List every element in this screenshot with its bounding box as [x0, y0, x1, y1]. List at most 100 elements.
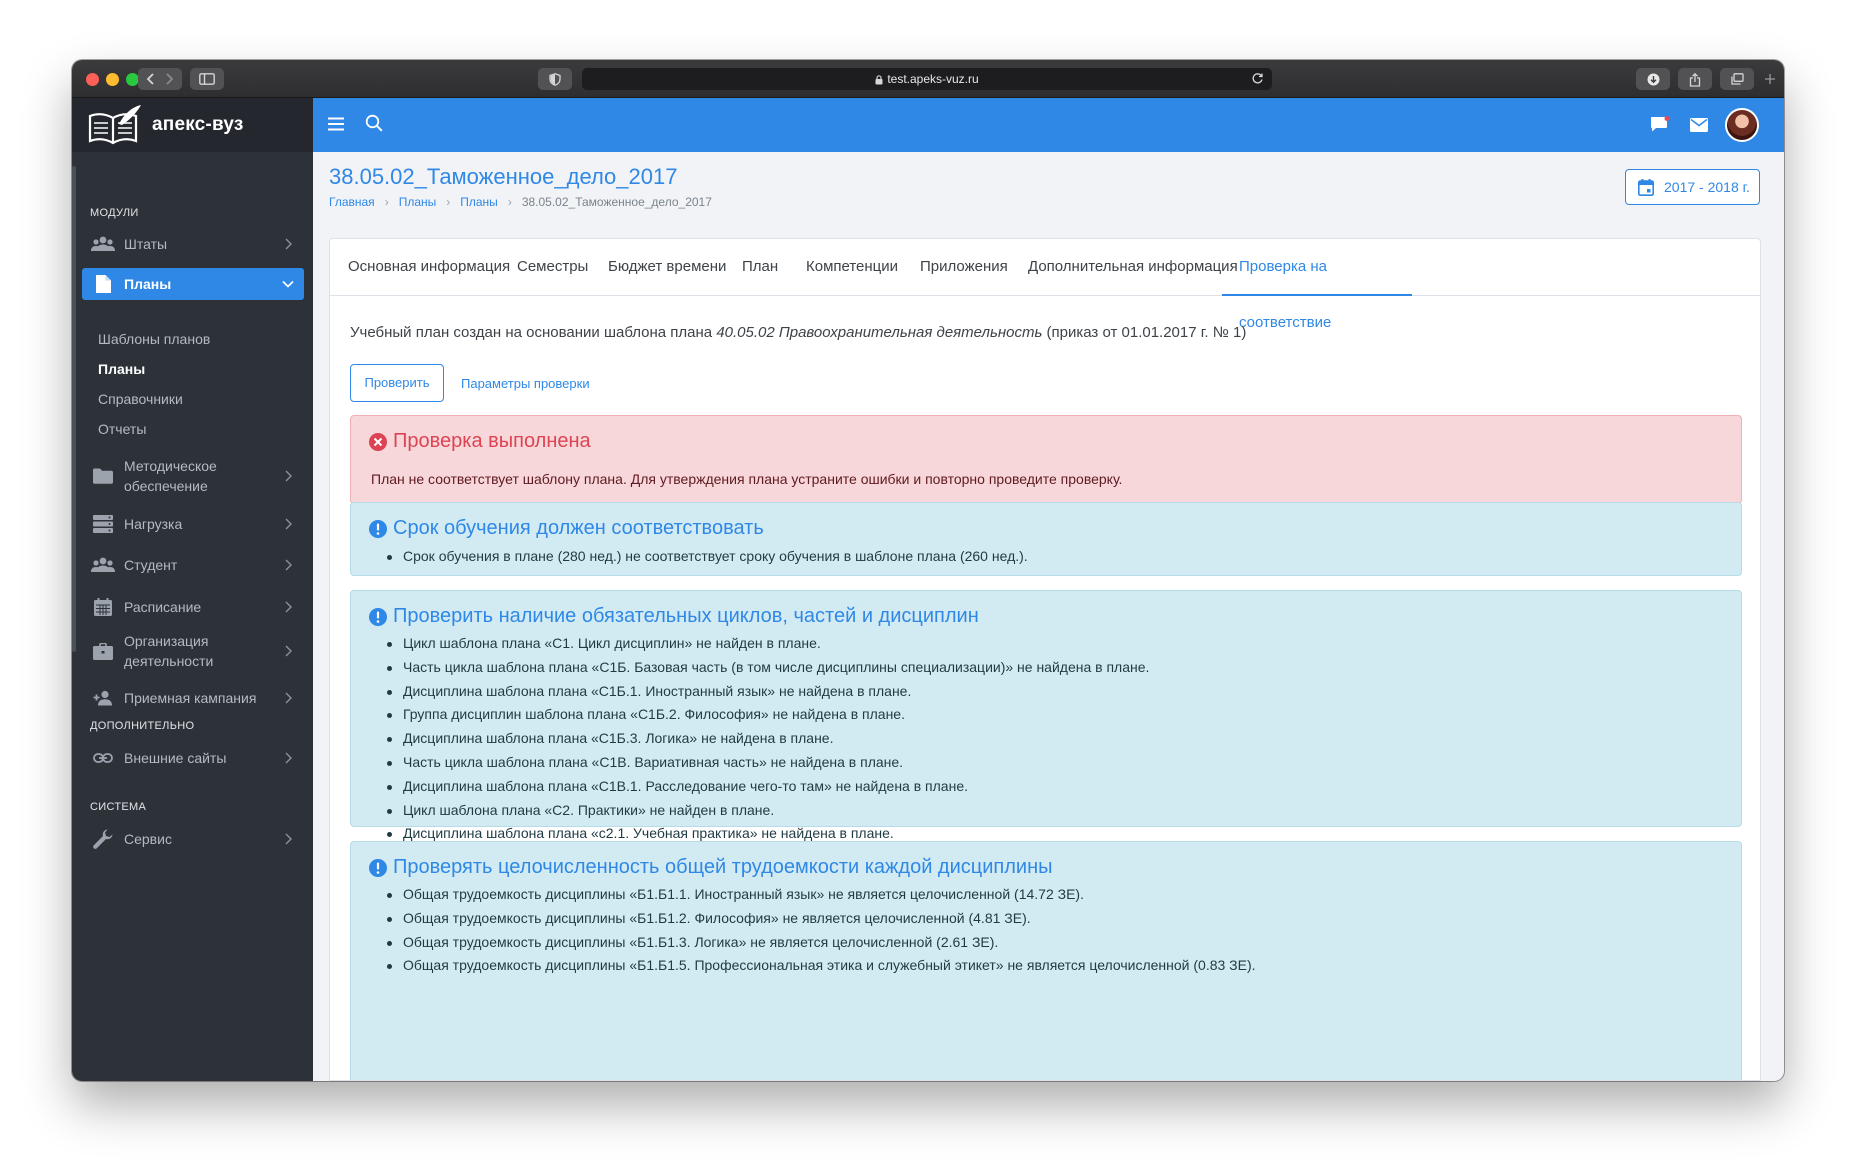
chevron-right-icon: [285, 518, 292, 530]
breadcrumb: Главная › Планы › Планы › 38.05.02_Тамож…: [329, 195, 712, 209]
sidebar-item-admission[interactable]: Приемная кампания: [82, 683, 304, 713]
chevron-down-icon: [282, 280, 294, 288]
section-label-modules: МОДУЛИ: [90, 207, 139, 219]
sidebar-item-label: Расписание: [124, 599, 202, 615]
address-bar[interactable]: test.apeks-vuz.ru: [582, 68, 1272, 90]
tab-main-info[interactable]: Основная информация: [348, 239, 510, 296]
list-item: Общая трудоемкость дисциплины «Б1.Б1.5. …: [387, 954, 1256, 978]
sidebar-item-label: Приемная кампания: [124, 690, 257, 706]
page-title: 38.05.02_Таможенное_дело_2017: [329, 164, 678, 189]
check-parameters-link[interactable]: Параметры проверки: [461, 376, 590, 391]
list-item: Дисциплина шаблона плана «С1Б.3. Логика»…: [386, 727, 1149, 751]
privacy-shield-button[interactable]: [538, 68, 572, 90]
sidebar-toggle-button[interactable]: [190, 68, 224, 90]
section-label-system: СИСТЕМА: [90, 801, 147, 813]
sidebar-item-label: Штаты: [124, 236, 168, 252]
user-avatar[interactable]: [1725, 108, 1759, 142]
sidebar-item-label: Организация деятельности: [124, 633, 214, 669]
sidebar-subitem-plan-templates[interactable]: Шаблоны планов: [98, 331, 210, 347]
breadcrumb-plans-list[interactable]: Планы: [460, 195, 498, 209]
check-result-title: Проверка выполнена: [369, 430, 591, 453]
list-item: Часть цикла шаблона плана «С1Б. Базовая …: [386, 656, 1149, 680]
wrench-icon: [90, 829, 116, 849]
tab-attachments[interactable]: Приложения: [920, 239, 1008, 296]
list-item: Часть цикла шаблона плана «С1В. Вариатив…: [386, 751, 1149, 775]
breadcrumb-plans[interactable]: Планы: [399, 195, 437, 209]
downloads-button[interactable]: [1636, 68, 1670, 90]
mail-icon[interactable]: [1690, 118, 1708, 132]
reload-icon[interactable]: [1251, 72, 1264, 85]
list-item: Общая трудоемкость дисциплины «Б1.Б1.2. …: [387, 907, 1256, 931]
calendar-icon: [1638, 178, 1654, 196]
brand-name: апекс-вуз: [152, 114, 244, 135]
sidebar-item-external-sites[interactable]: Внешние сайты: [82, 743, 304, 773]
exclamation-circle-icon: [369, 858, 387, 877]
sidebar-item-plans[interactable]: Планы: [82, 268, 304, 300]
list-item: Цикл шаблона плана «С2. Практики» не най…: [386, 799, 1149, 823]
section-label-extra: ДОПОЛНИТЕЛЬНО: [90, 720, 195, 732]
sidebar-item-methodical[interactable]: Методическое обеспечение: [82, 453, 304, 499]
sidebar-subitem-reports[interactable]: Отчеты: [98, 421, 146, 437]
browser-titlebar: test.apeks-vuz.ru: [72, 60, 1784, 98]
sidebar-item-load[interactable]: Нагрузка: [82, 509, 304, 539]
academic-year-label: 2017 - 2018 г.: [1664, 179, 1750, 195]
minimize-window-button[interactable]: [106, 73, 119, 86]
new-tab-icon[interactable]: [1764, 73, 1776, 85]
chevron-right-icon: [285, 238, 292, 250]
top-header: [313, 98, 1784, 152]
search-icon[interactable]: [365, 114, 383, 132]
file-icon: [90, 274, 116, 294]
download-icon: [1647, 73, 1659, 86]
chat-notification-icon[interactable]: [1650, 116, 1670, 134]
chevron-right-icon: [285, 752, 292, 764]
tab-semesters[interactable]: Семестры: [517, 239, 588, 296]
tab-compliance-check[interactable]: Проверка на соответствие: [1222, 239, 1412, 331]
sidebar-item-label: Методическое обеспечение: [124, 458, 217, 494]
back-forward-buttons[interactable]: [138, 68, 182, 90]
sidebar-item-student[interactable]: Студент: [82, 550, 304, 580]
sidebar-subitem-references[interactable]: Справочники: [98, 391, 183, 407]
shield-icon: [549, 73, 561, 86]
sidebar-subitem-plans[interactable]: Планы: [98, 361, 145, 377]
check-integer-list: Общая трудоемкость дисциплины «Б1.Б1.1. …: [387, 883, 1256, 978]
link-icon: [90, 748, 116, 768]
error-circle-icon: [369, 432, 387, 451]
tabs-icon: [1730, 73, 1744, 85]
breadcrumb-separator-icon: ›: [507, 195, 512, 209]
tab-additional-info[interactable]: Дополнительная информация: [1028, 239, 1238, 296]
sidebar-scrollbar[interactable]: [72, 166, 76, 652]
breadcrumb-separator-icon: ›: [446, 195, 451, 209]
sidebar-item-service[interactable]: Сервис: [82, 824, 304, 854]
sidebar-item-organization[interactable]: Организация деятельности: [82, 628, 304, 674]
list-item: Группа дисциплин шаблона плана «С1Б.2. Ф…: [386, 703, 1149, 727]
list-item: Общая трудоемкость дисциплины «Б1.Б1.1. …: [387, 883, 1256, 907]
chevron-right-icon: [285, 601, 292, 613]
tab-time-budget[interactable]: Бюджет времени: [608, 239, 726, 296]
folder-icon: [90, 466, 116, 486]
tab-plan[interactable]: План: [742, 239, 778, 296]
sidebar-item-staff[interactable]: Штаты: [82, 229, 304, 259]
breadcrumb-home[interactable]: Главная: [329, 195, 375, 209]
exclamation-circle-icon: [369, 519, 387, 538]
list-item: Дисциплина шаблона плана «С1Б.1. Иностра…: [386, 680, 1149, 704]
breadcrumb-separator-icon: ›: [384, 195, 389, 209]
chevron-right-icon: [285, 470, 292, 482]
sidebar-item-schedule[interactable]: Расписание: [82, 592, 304, 622]
check-required-list: Цикл шаблона плана «С1. Цикл дисциплин» …: [386, 632, 1149, 846]
brand[interactable]: апекс-вуз: [72, 98, 313, 152]
check-result-message: План не соответствует шаблону плана. Для…: [371, 471, 1123, 487]
list-item: Цикл шаблона плана «С1. Цикл дисциплин» …: [386, 632, 1149, 656]
close-window-button[interactable]: [86, 73, 99, 86]
share-button[interactable]: [1678, 68, 1712, 90]
hamburger-menu-icon[interactable]: [328, 117, 344, 131]
check-integer-alert: Проверять целочисленность общей трудоемк…: [350, 841, 1742, 1080]
tab-competencies[interactable]: Компетенции: [806, 239, 898, 296]
chevron-right-icon: [285, 559, 292, 571]
list-item: Дисциплина шаблона плана «С1В.1. Расслед…: [386, 775, 1149, 799]
sidebar-icon: [199, 73, 215, 85]
check-button[interactable]: Проверить: [350, 364, 444, 402]
academic-year-button[interactable]: 2017 - 2018 г.: [1625, 169, 1760, 205]
tabs-overview-button[interactable]: [1720, 68, 1754, 90]
plan-card: Основная информация Семестры Бюджет врем…: [329, 238, 1761, 1081]
users-icon: [90, 234, 116, 254]
